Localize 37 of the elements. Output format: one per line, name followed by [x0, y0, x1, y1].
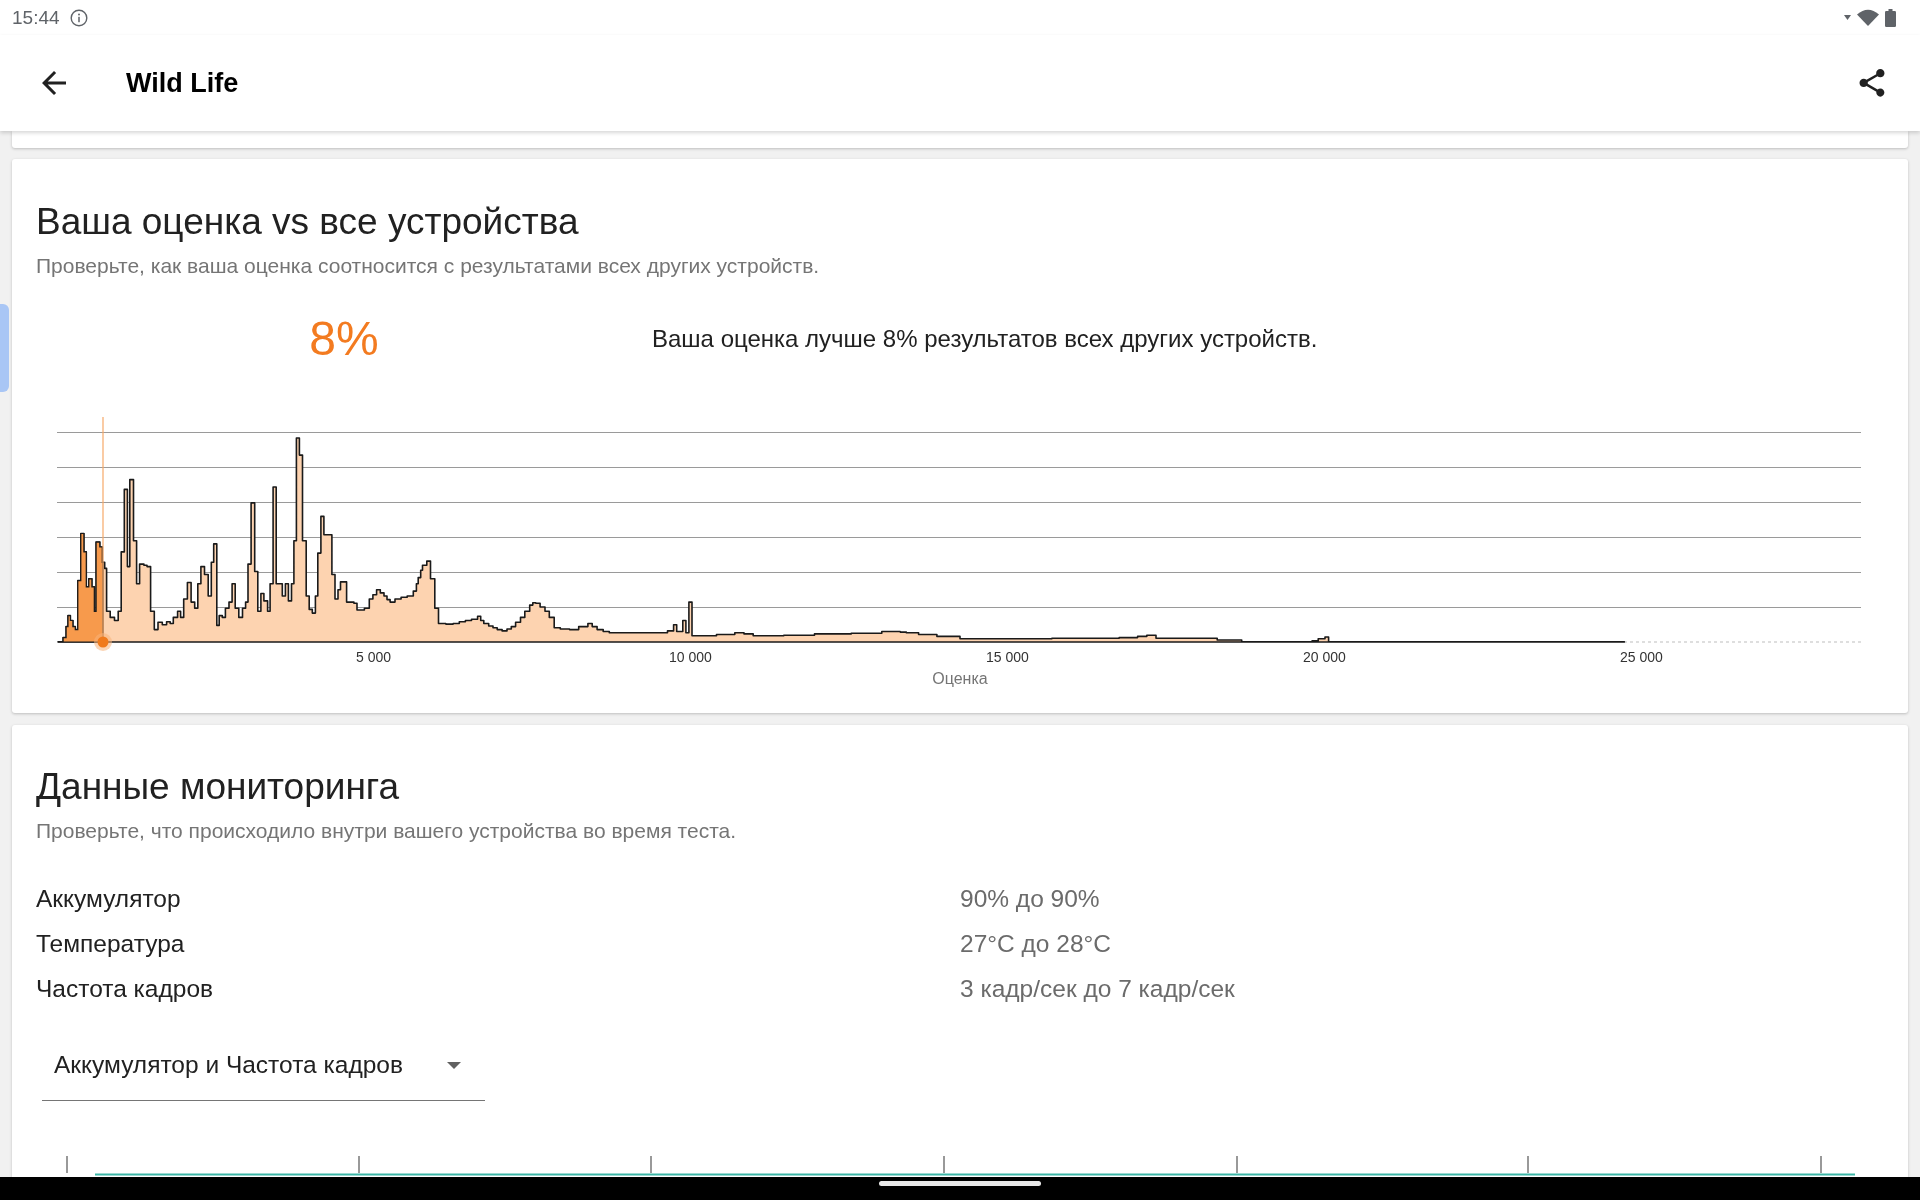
- x-axis-title: Оценка: [932, 670, 988, 687]
- card-heading: Ваша оценка vs все устройства: [36, 202, 580, 242]
- wifi-icon: [1857, 9, 1879, 26]
- x-axis-tick-label: 10 000: [669, 649, 712, 665]
- chart-select-dropdown[interactable]: Аккумулятор и Частота кадров: [42, 1030, 485, 1101]
- percentile-value: 8%: [309, 311, 379, 367]
- share-icon: [1859, 68, 1885, 98]
- metric-value: 3 кадр/сек до 7 кадр/сек: [960, 974, 1235, 1004]
- card-description: Проверьте, как ваша оценка соотносится с результатами всех других устройств.: [36, 254, 821, 278]
- axis-tick: [1236, 1156, 1238, 1174]
- axis-tick: [650, 1156, 652, 1174]
- card-description: Проверьте, что происходило внутри вашего устройства во время теста.: [36, 819, 738, 843]
- axis-tick: [66, 1156, 68, 1174]
- metric-label: Частота кадров: [36, 974, 214, 1004]
- card-heading: Данные мониторинга: [36, 767, 401, 807]
- axis-tick: [943, 1156, 945, 1174]
- axis-tick: [358, 1156, 360, 1174]
- percentile-summary: Ваша оценка лучше 8% результатов всех других устройств.: [652, 325, 1318, 353]
- caret-icon: [447, 1061, 461, 1069]
- home-handle[interactable]: [879, 1181, 1041, 1186]
- x-axis-tick-label: 5 000: [356, 649, 391, 665]
- data-arrow-icon: [1844, 15, 1851, 20]
- metric-label: Температура: [36, 929, 185, 959]
- back-arrow-icon: [42, 71, 66, 95]
- info-icon: [69, 8, 88, 27]
- screen-title: Wild Life: [126, 67, 239, 99]
- metric-value: 90% до 90%: [960, 884, 1100, 914]
- status-time: 15:44: [12, 6, 60, 29]
- metric-label: Аккумулятор: [36, 884, 181, 914]
- metric-value: 27°C до 28°C: [960, 929, 1112, 959]
- x-axis-tick-label: 25 000: [1620, 649, 1663, 665]
- x-axis-tick-label: 20 000: [1303, 649, 1346, 665]
- x-axis-tick-label: 15 000: [986, 649, 1029, 665]
- axis-tick: [1820, 1156, 1822, 1174]
- edge-panel-handle[interactable]: [0, 304, 9, 392]
- battery-icon: [1885, 8, 1896, 27]
- axis-tick: [1527, 1156, 1529, 1174]
